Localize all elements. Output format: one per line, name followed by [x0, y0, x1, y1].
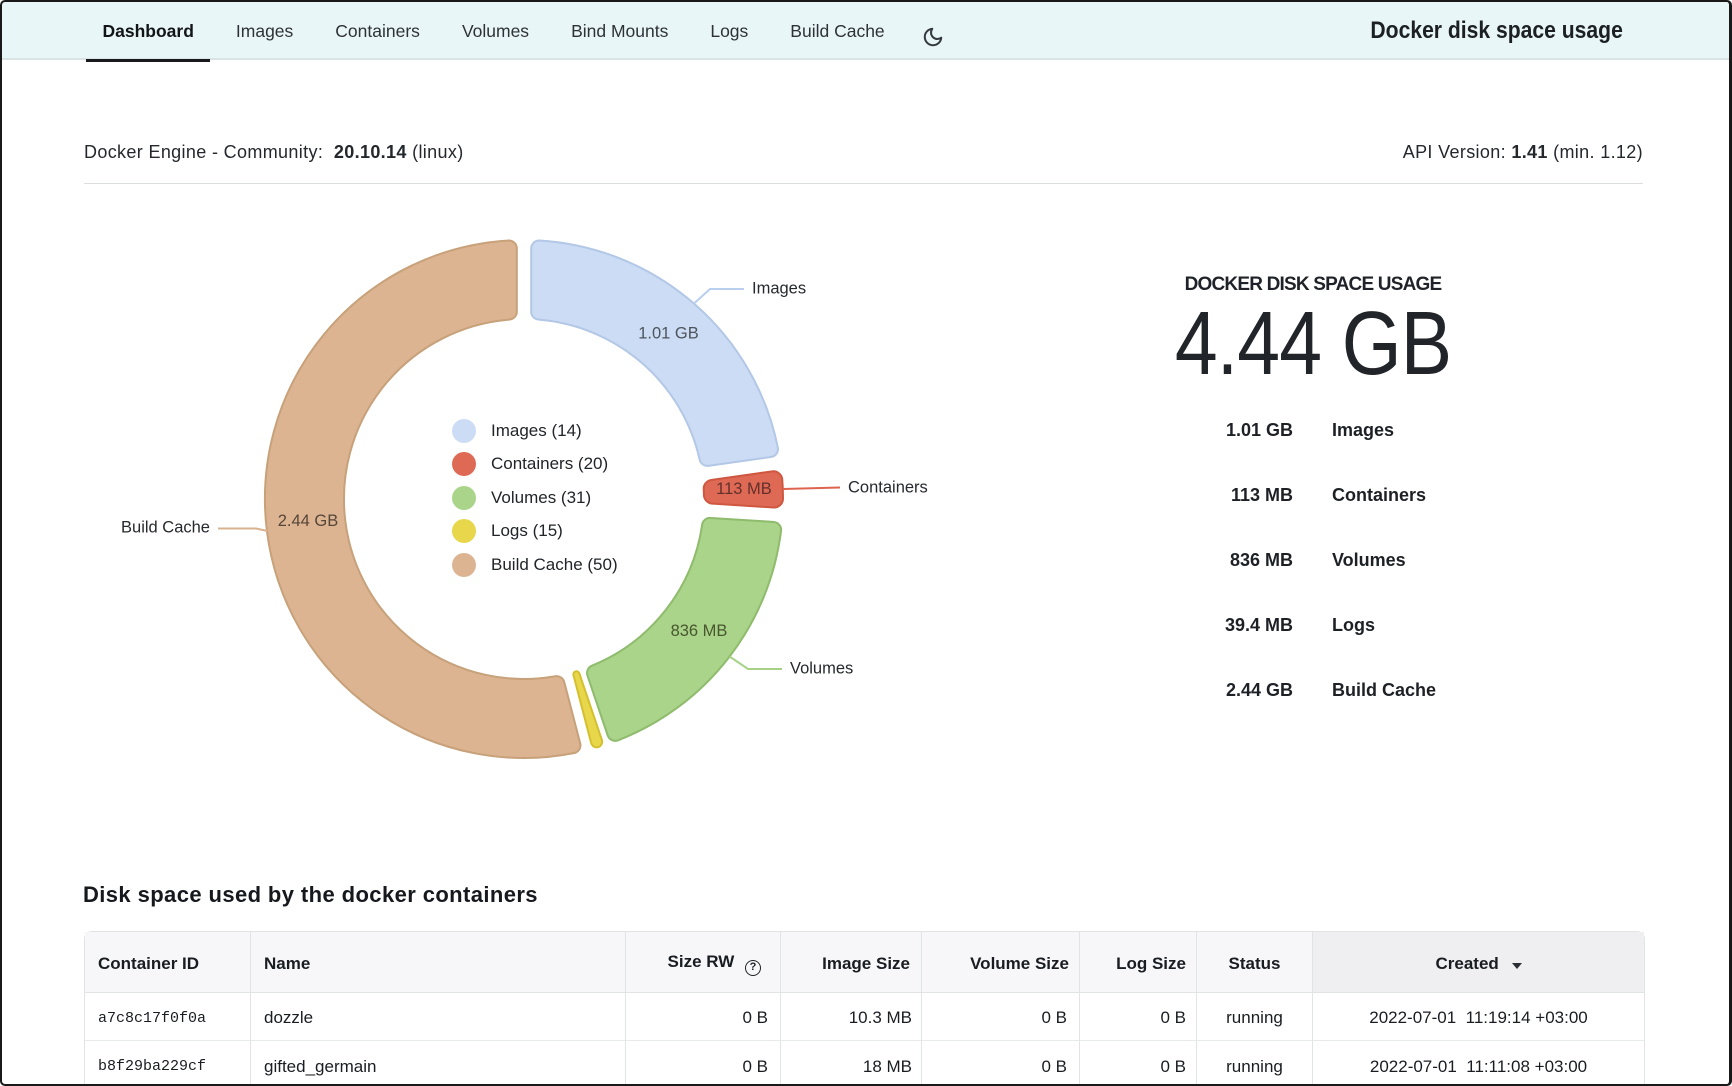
- svg-text:Volumes: Volumes: [790, 660, 853, 678]
- svg-text:Containers: Containers: [848, 479, 928, 497]
- svg-text:Build Cache: Build Cache: [121, 519, 210, 537]
- svg-text:836 MB: 836 MB: [671, 622, 728, 640]
- svg-text:113 MB: 113 MB: [716, 480, 772, 498]
- svg-text:Images: Images: [752, 280, 806, 298]
- svg-text:1.01 GB: 1.01 GB: [638, 325, 699, 343]
- svg-text:2.44 GB: 2.44 GB: [278, 512, 339, 530]
